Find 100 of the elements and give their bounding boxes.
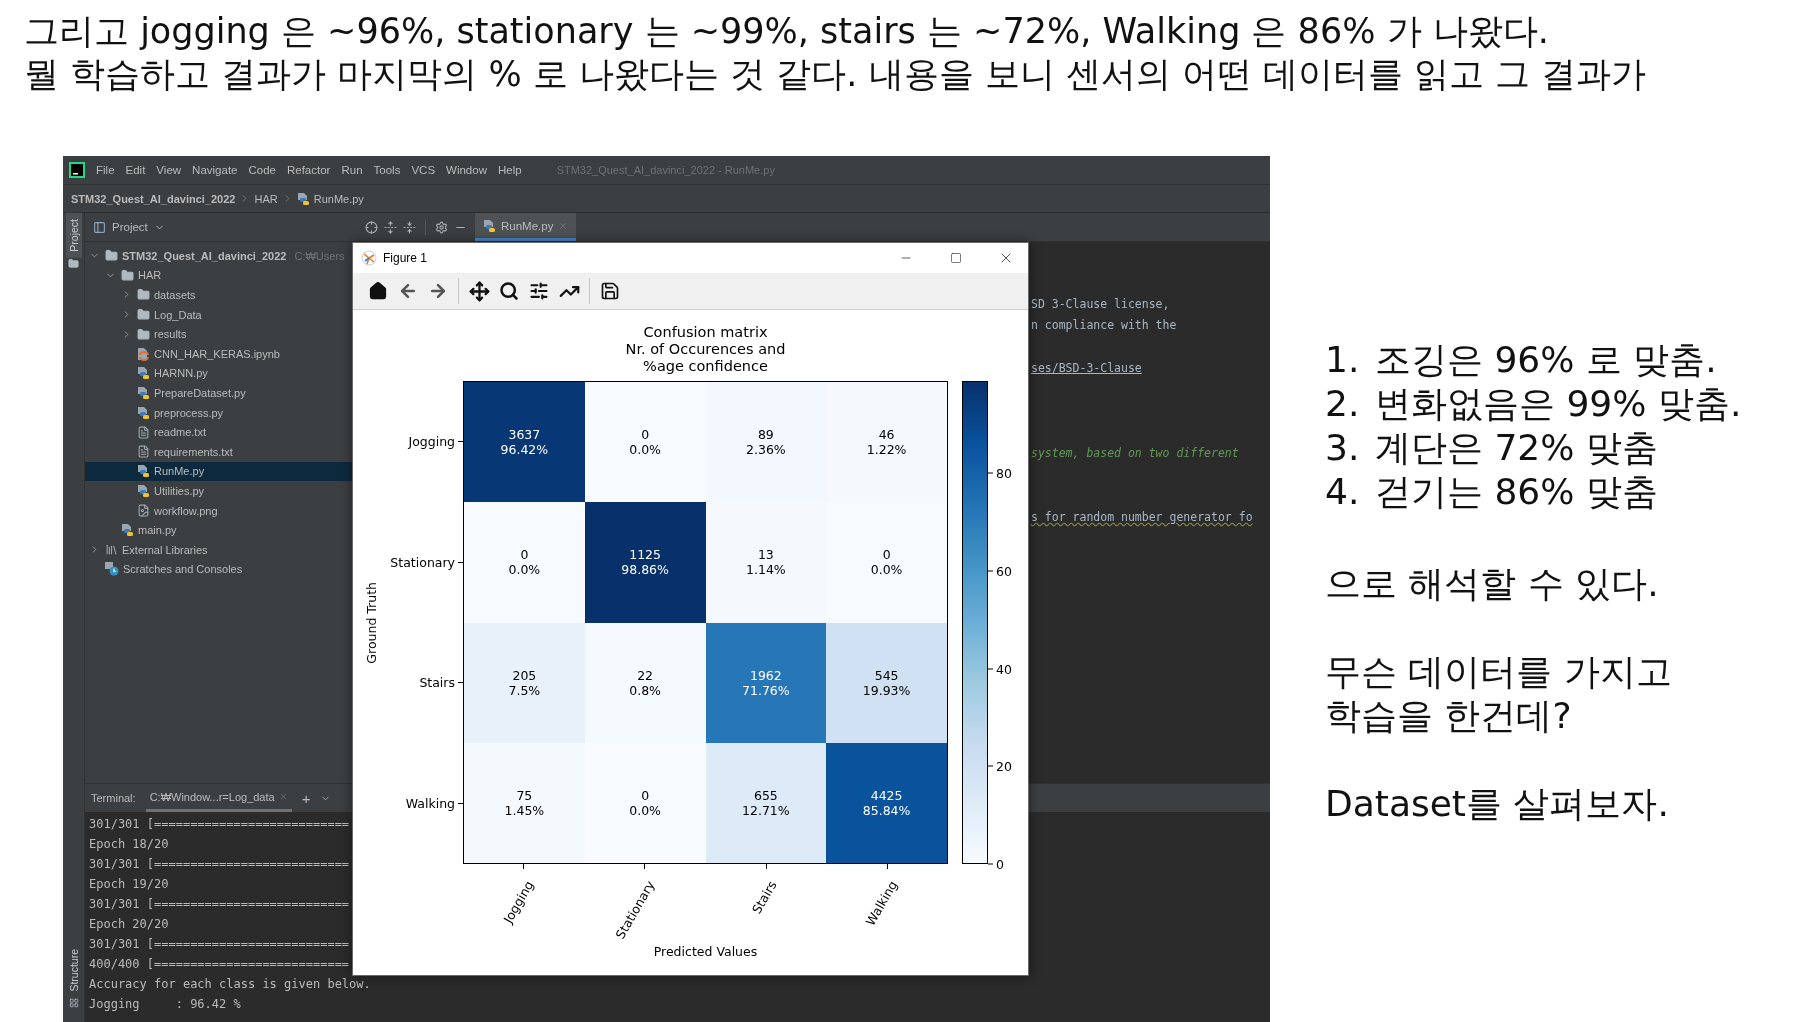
tree-item-label: STM32_Quest_AI_davinci_2022 <box>122 249 287 262</box>
tree-item[interactable]: Scratches and Consoles <box>89 559 245 580</box>
list-number: 2. <box>1325 382 1361 426</box>
home-icon <box>368 281 388 301</box>
tree-item[interactable]: workflow.png <box>121 500 220 521</box>
menu-item[interactable]: View <box>156 164 182 176</box>
list-text: 변화없음은 99% 맞춤. <box>1375 382 1742 426</box>
tree-item[interactable]: requirements.txt <box>121 441 235 462</box>
menu-item[interactable]: Run <box>341 164 363 176</box>
terminal-line: 301/301 [=========================== <box>89 816 350 833</box>
plot-title: Confusion matrix <box>642 324 769 341</box>
tree-item[interactable]: PrepareDataset.py <box>121 383 248 403</box>
matrix-cell: 75 1.45% <box>464 742 585 863</box>
terminal-line: 301/301 [=========================== <box>89 936 350 953</box>
list-number: 4. <box>1325 470 1361 514</box>
editor-tab[interactable]: RunMe.py <box>475 213 577 241</box>
panel-icon <box>93 220 106 234</box>
folder-icon <box>68 257 79 269</box>
code-line: system, based on two different <box>1031 445 1240 463</box>
matrix-cell: 1962 71.76% <box>705 622 827 743</box>
code-line: s for random number generator fo <box>1031 508 1254 526</box>
tree-item-label: Utilities.py <box>154 484 205 497</box>
matrix-cell: 89 2.36% <box>705 382 827 503</box>
heading-text: 뭘 학습하고 결과가 마지막의 % 로 나왔다는 것 같다. 내용을 보니 센서의 어떤 데이터를 읽고 그 결과가 <box>24 53 1648 96</box>
new-terminal-button[interactable]: + <box>301 789 311 807</box>
sliders-icon <box>529 281 549 301</box>
tree-item-label: Log_Data <box>154 308 202 321</box>
breadcrumb-item[interactable]: STM32_Quest_AI_davinci_2022 <box>71 192 236 205</box>
settings-icon[interactable] <box>435 220 448 234</box>
maximize-icon <box>950 252 962 264</box>
folder-icon <box>105 249 118 263</box>
row-label: Walking <box>405 796 455 812</box>
python-file-icon <box>296 191 310 206</box>
tree-item[interactable]: datasets <box>121 285 198 305</box>
tree-item[interactable]: results <box>121 324 189 344</box>
python-file-icon <box>137 405 150 420</box>
menu-item[interactable]: File <box>96 164 115 176</box>
tree-item[interactable]: Log_Data <box>121 304 204 325</box>
plot-title: %age confidence <box>642 358 769 375</box>
terminal-line: Epoch 18/20 <box>89 836 169 853</box>
matrix-cell: 0 0.0% <box>826 502 947 623</box>
library-icon <box>105 543 118 557</box>
matrix-cell: 0 0.0% <box>584 382 706 503</box>
collapse-all-icon[interactable] <box>403 220 416 234</box>
locate-icon[interactable] <box>365 220 378 234</box>
menu-item[interactable]: Edit <box>125 164 146 176</box>
matrix-cell: 4425 85.84% <box>826 742 947 863</box>
terminal-line: Jogging : 96.42 % <box>89 996 241 1013</box>
tree-item-label: HARNN.py <box>154 367 208 380</box>
search-icon <box>499 281 519 301</box>
code-line: SD 3-Clause license, <box>1031 296 1171 313</box>
terminal-title: Terminal: <box>91 792 136 804</box>
menu-item[interactable]: VCS <box>411 164 436 176</box>
structure-icon <box>68 998 79 1008</box>
terminal-tab[interactable]: C:₩Window...r=Log_data <box>145 784 292 812</box>
breadcrumb-item[interactable]: RunMe.py <box>313 192 364 205</box>
matrix-cell: 13 1.14% <box>705 502 827 623</box>
expand-all-icon[interactable] <box>384 220 397 234</box>
side-tab[interactable]: Structure <box>65 943 82 998</box>
breadcrumb-item[interactable]: HAR <box>254 192 278 205</box>
menu-item[interactable]: Navigate <box>192 164 238 176</box>
side-tab[interactable]: Project <box>65 213 82 258</box>
matrix-cell: 0 0.0% <box>464 502 585 623</box>
app-logo-icon <box>69 162 85 178</box>
text-file-icon <box>137 425 150 439</box>
menu-item[interactable]: Code <box>248 164 276 176</box>
folder-icon <box>137 327 150 341</box>
tree-item[interactable]: HAR <box>105 265 164 286</box>
project-view-dropdown[interactable]: Project <box>112 221 165 233</box>
tree-item[interactable]: External Libraries <box>89 539 210 560</box>
tree-item[interactable]: HARNN.py <box>121 363 210 384</box>
menu-item[interactable]: Help <box>497 164 522 176</box>
folder-icon <box>137 308 150 322</box>
tree-item[interactable]: main.py <box>105 520 179 540</box>
note-paragraph: 무슨 데이터를 가지고 학습을 한건데? <box>1325 650 1673 738</box>
matrix-cell: 205 7.5% <box>464 622 585 743</box>
matrix-cell: 0 0.0% <box>584 742 706 863</box>
menu-item[interactable]: Window <box>446 164 487 176</box>
terminal-line: 301/301 [=========================== <box>89 896 350 913</box>
axis-title: Predicted Values <box>652 944 759 959</box>
heading-text: 그리고 jogging 은 ~96%, stationary 는 ~99%, stairs 는 ~72%, Walking 은 86% 가 나왔다. <box>24 10 1550 53</box>
colorbar-tick-label: 60 <box>988 563 1012 579</box>
tree-item-label: Scratches and Consoles <box>123 563 243 576</box>
row-label: Stationary <box>390 554 455 570</box>
axis-title: Ground Truth <box>363 581 379 664</box>
list-number: 3. <box>1325 426 1361 470</box>
menu-item[interactable]: Tools <box>373 164 401 176</box>
terminal-line: Accuracy for each class is given below. <box>89 976 371 993</box>
tree-item-label: PrepareDataset.py <box>154 386 246 399</box>
row-label: Jogging <box>408 433 455 449</box>
python-file-icon <box>137 385 150 400</box>
tree-item-label: main.py <box>138 524 177 537</box>
menu-item[interactable]: Refactor <box>286 164 331 176</box>
tree-item[interactable]: readme.txt <box>121 422 208 442</box>
colorbar-tick-label: 40 <box>988 661 1012 677</box>
folder-icon <box>121 268 134 282</box>
tree-item[interactable]: Utilities.py <box>121 481 207 501</box>
terminal-line: 301/301 [=========================== <box>89 856 350 873</box>
tree-item[interactable]: preprocess.py <box>121 402 226 423</box>
tree-item[interactable]: CNN_HAR_KERAS.ipynb <box>121 343 282 364</box>
